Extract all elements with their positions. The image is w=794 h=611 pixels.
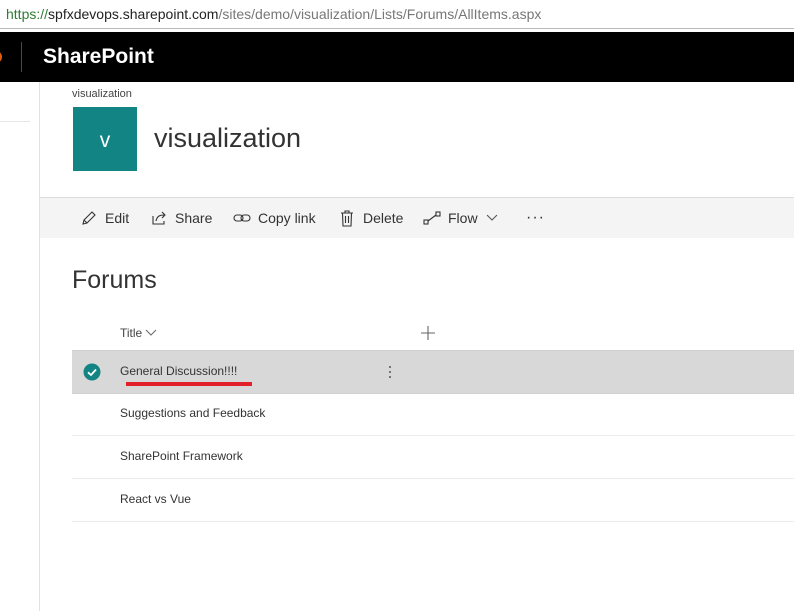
list-row-title[interactable]: React vs Vue <box>120 492 191 506</box>
chevron-down-icon <box>145 326 157 340</box>
flow-button[interactable]: Flow <box>423 198 498 238</box>
nav-divider <box>0 121 30 122</box>
url-protocol: https:// <box>6 6 49 22</box>
share-button[interactable]: Share <box>150 198 212 238</box>
app-launcher-icon[interactable] <box>0 51 2 63</box>
copy-link-button[interactable]: Copy link <box>233 198 316 238</box>
trash-icon <box>338 209 356 227</box>
share-icon <box>150 209 168 227</box>
list-row-title[interactable]: SharePoint Framework <box>120 449 243 463</box>
suite-bar-divider <box>21 42 22 72</box>
list-row-title[interactable]: Suggestions and Feedback <box>120 406 265 420</box>
url-path: /sites/demo/visualization/Lists/Forums/A… <box>218 6 542 22</box>
flow-icon <box>423 209 441 227</box>
copy-link-label: Copy link <box>258 210 316 226</box>
chevron-down-icon <box>486 214 498 222</box>
list-row[interactable]: SharePoint Framework <box>72 436 794 479</box>
list-row[interactable]: Suggestions and Feedback <box>72 393 794 436</box>
list-row[interactable]: General Discussion!!!! <box>72 350 794 394</box>
list-row[interactable]: React vs Vue <box>72 479 794 522</box>
more-commands-button[interactable]: ··· <box>526 198 545 238</box>
link-icon <box>233 209 251 227</box>
suite-brand[interactable]: SharePoint <box>43 32 154 82</box>
column-header-title[interactable]: Title <box>120 326 157 340</box>
site-title[interactable]: visualization <box>154 123 301 154</box>
red-underline-annotation <box>126 382 252 386</box>
breadcrumb[interactable]: visualization <box>72 88 132 100</box>
list-row-title[interactable]: General Discussion!!!! <box>120 364 237 378</box>
command-bar: Edit Share Copy link Delete Flow ··· <box>40 197 794 238</box>
edit-button[interactable]: Edit <box>80 198 129 238</box>
flow-label: Flow <box>448 210 478 226</box>
url-text[interactable]: https://spfxdevops.sharepoint.com/sites/… <box>6 0 541 28</box>
site-logo[interactable]: v <box>73 107 137 171</box>
checkmark-circle-icon[interactable] <box>83 363 101 381</box>
address-bar[interactable]: https://spfxdevops.sharepoint.com/sites/… <box>0 0 794 29</box>
edit-label: Edit <box>105 210 130 226</box>
delete-label: Delete <box>363 210 404 226</box>
share-label: Share <box>175 210 213 226</box>
column-header-label: Title <box>120 326 143 340</box>
left-navigation <box>0 82 40 611</box>
pencil-icon <box>80 209 98 227</box>
url-host: spfxdevops.sharepoint.com <box>48 6 219 22</box>
suite-bar: SharePoint <box>0 32 794 82</box>
add-column-plus-icon[interactable] <box>420 325 436 341</box>
ellipsis-icon: ··· <box>526 209 545 226</box>
list-title: Forums <box>72 266 157 294</box>
more-vertical-icon[interactable] <box>386 363 394 381</box>
delete-button[interactable]: Delete <box>338 198 403 238</box>
